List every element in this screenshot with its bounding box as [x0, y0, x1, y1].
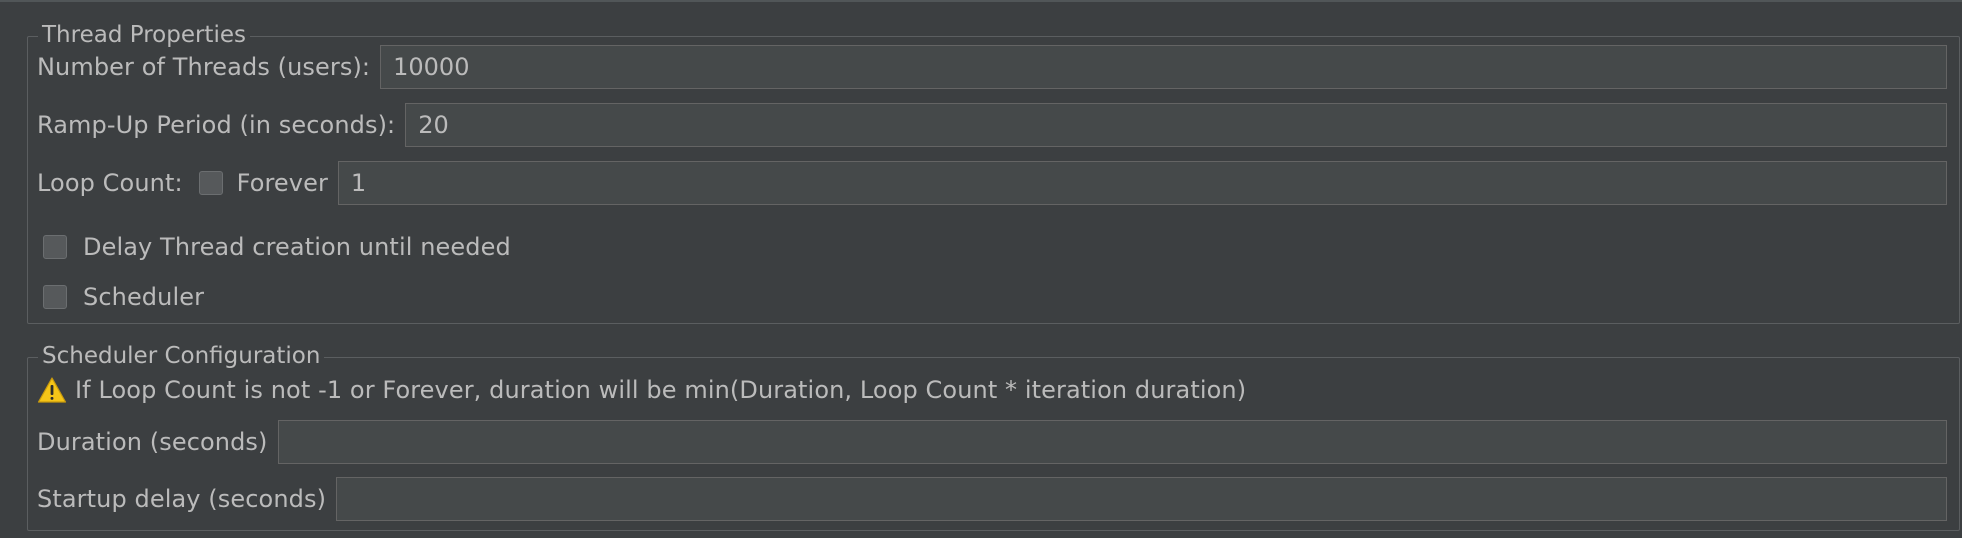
- num-threads-input[interactable]: [380, 45, 1947, 89]
- delay-creation-label: Delay Thread creation until needed: [83, 233, 511, 261]
- scheduler-configuration-title: Scheduler Configuration: [38, 340, 325, 372]
- loop-count-input[interactable]: [337, 161, 1947, 205]
- scheduler-row: Scheduler: [43, 283, 1947, 311]
- delay-creation-checkbox[interactable]: [43, 235, 67, 259]
- loop-count-row: Loop Count: Forever: [37, 161, 1947, 205]
- startup-delay-input[interactable]: [336, 477, 1947, 521]
- warning-row: If Loop Count is not -1 or Forever, dura…: [37, 376, 1947, 404]
- forever-checkbox[interactable]: [198, 171, 223, 195]
- duration-row: Duration (seconds): [37, 420, 1947, 464]
- warning-text: If Loop Count is not -1 or Forever, dura…: [75, 376, 1247, 404]
- scheduler-configuration-panel: Scheduler Configuration If Loop Count is…: [27, 340, 1960, 531]
- top-divider: [0, 0, 1962, 2]
- ramp-up-row: Ramp-Up Period (in seconds):: [37, 103, 1947, 147]
- duration-label: Duration (seconds): [37, 428, 268, 456]
- ramp-up-input[interactable]: [405, 103, 1947, 147]
- ramp-up-label: Ramp-Up Period (in seconds):: [37, 111, 396, 139]
- thread-group-panel: Thread Properties Number of Threads (use…: [0, 0, 1962, 538]
- scheduler-label: Scheduler: [83, 283, 205, 311]
- num-threads-label: Number of Threads (users):: [37, 53, 371, 81]
- num-threads-row: Number of Threads (users):: [37, 45, 1947, 89]
- forever-label: Forever: [236, 169, 328, 197]
- startup-delay-label: Startup delay (seconds): [37, 485, 327, 513]
- scheduler-checkbox[interactable]: [43, 285, 67, 309]
- warning-triangle-icon: [37, 377, 67, 403]
- thread-properties-panel: Thread Properties Number of Threads (use…: [27, 19, 1960, 324]
- loop-count-label: Loop Count:: [37, 169, 183, 197]
- startup-delay-row: Startup delay (seconds): [37, 477, 1947, 521]
- duration-input[interactable]: [277, 420, 1947, 464]
- delay-creation-row: Delay Thread creation until needed: [43, 233, 1947, 261]
